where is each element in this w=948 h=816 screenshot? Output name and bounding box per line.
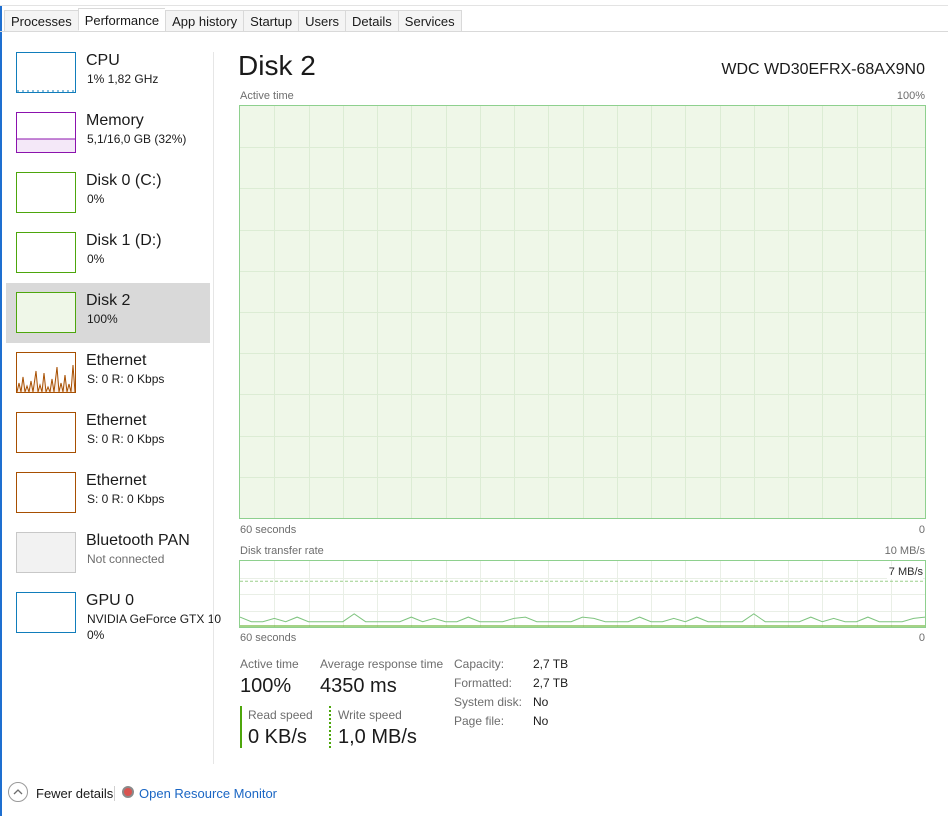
sidebar-item-subtitle: 1% 1,82 GHz <box>87 72 159 86</box>
sidebar-item-subtitle: S: 0 R: 0 Kbps <box>87 492 165 506</box>
footer-divider <box>114 786 115 801</box>
sidebar-item-title: Ethernet <box>86 352 147 369</box>
ethernet-thumbnail-graph <box>16 472 76 513</box>
cpu-thumbnail-graph <box>16 52 76 93</box>
sidebar-item-title: Memory <box>86 112 144 129</box>
disk-1-thumbnail-graph <box>16 232 76 273</box>
avg-response-label: Average response time <box>320 657 444 671</box>
transfer-rate-graph: 7 MB/s <box>239 560 926 628</box>
sidebar-item-title: Disk 2 <box>86 292 131 309</box>
active-time-graph-max: 100% <box>896 90 925 102</box>
sidebar-item-disk-1[interactable]: Disk 1 (D:) 0% <box>6 223 210 283</box>
sidebar-divider <box>213 52 214 764</box>
sidebar-item-subtitle: S: 0 R: 0 Kbps <box>87 432 165 446</box>
active-time-stat-value: 100% <box>240 675 292 697</box>
transfer-graph-max: 10 MB/s <box>884 545 925 557</box>
sidebar-item-disk-0[interactable]: Disk 0 (C:) 0% <box>6 163 210 223</box>
sidebar-item-title: Disk 1 (D:) <box>86 232 162 249</box>
gpu-thumbnail-graph <box>16 592 76 633</box>
sidebar-item-title: GPU 0 <box>86 592 135 609</box>
sidebar-item-subtitle-2: 0% <box>87 628 105 642</box>
tab-details[interactable]: Details <box>345 10 398 32</box>
tab-performance[interactable]: Performance <box>77 8 166 31</box>
sidebar-item-cpu[interactable]: CPU 1% 1,82 GHz <box>6 43 210 103</box>
sidebar-item-disk-2[interactable]: Disk 2 100% <box>6 283 210 343</box>
disk-2-thumbnail-graph <box>16 292 76 333</box>
sidebar-item-subtitle: 5,1/16,0 GB (32%) <box>87 132 187 146</box>
read-speed-label: Read speed <box>248 708 313 722</box>
active-time-plot <box>240 106 925 518</box>
active-time-time-label: 60 seconds <box>240 524 297 536</box>
active-time-stat-label: Active time <box>240 657 299 671</box>
active-time-graph-label: Active time <box>240 90 294 102</box>
memory-thumbnail-graph <box>16 112 76 153</box>
transfer-rate-plot <box>240 561 925 627</box>
bluetooth-thumbnail-graph <box>16 532 76 573</box>
sidebar-item-bluetooth-pan[interactable]: Bluetooth PAN Not connected <box>6 523 210 583</box>
active-time-graph <box>239 105 926 519</box>
open-resource-monitor-link[interactable]: Open Resource Monitor <box>139 786 277 801</box>
disk-0-thumbnail-graph <box>16 172 76 213</box>
sidebar-item-ethernet-1[interactable]: Ethernet S: 0 R: 0 Kbps <box>6 343 210 403</box>
disk-model: WDC WD30EFRX-68AX9N0 <box>721 61 925 78</box>
capacity-value: 2,7 TB <box>533 657 569 671</box>
formatted-value: 2,7 TB <box>533 676 569 690</box>
resource-monitor-icon <box>122 786 134 798</box>
active-time-min-label: 0 <box>918 524 925 536</box>
write-speed-value: 1,0 MB/s <box>338 726 417 748</box>
transfer-graph-label: Disk transfer rate <box>240 545 324 557</box>
tab-users[interactable]: Users <box>298 10 346 32</box>
sidebar-item-subtitle: 0% <box>87 252 105 266</box>
tab-bar: Processes Performance App history Startu… <box>4 8 462 32</box>
sidebar-item-memory[interactable]: Memory 5,1/16,0 GB (32%) <box>6 103 210 163</box>
avg-response-value: 4350 ms <box>320 675 397 697</box>
sidebar-item-gpu-0[interactable]: GPU 0 NVIDIA GeForce GTX 10 0% <box>6 583 221 643</box>
sidebar-item-title: Ethernet <box>86 412 147 429</box>
window-edge <box>0 0 2 816</box>
sidebar-item-subtitle: S: 0 R: 0 Kbps <box>87 372 165 386</box>
page-file-label: Page file: <box>454 714 505 728</box>
sidebar-item-title: Disk 0 (C:) <box>86 172 162 189</box>
sidebar-item-subtitle: Not connected <box>87 552 165 566</box>
page-title: Disk 2 <box>238 50 316 81</box>
ethernet-thumbnail-graph <box>16 352 76 393</box>
transfer-marker-label: 7 MB/s <box>886 566 923 579</box>
capacity-label: Capacity: <box>454 657 505 671</box>
read-speed-indicator <box>240 706 242 748</box>
transfer-min-label: 0 <box>918 632 925 644</box>
sidebar-item-subtitle: 100% <box>87 312 118 326</box>
system-disk-label: System disk: <box>454 695 523 709</box>
read-speed-value: 0 KB/s <box>248 726 307 748</box>
ethernet-thumbnail-graph <box>16 412 76 453</box>
system-disk-value: No <box>533 695 549 709</box>
tab-processes[interactable]: Processes <box>4 10 78 32</box>
fewer-details-button[interactable]: Fewer details <box>36 786 113 801</box>
tab-app-history[interactable]: App history <box>165 10 244 32</box>
sidebar-item-ethernet-3[interactable]: Ethernet S: 0 R: 0 Kbps <box>6 463 210 523</box>
sidebar-item-title: CPU <box>86 52 120 69</box>
tab-startup[interactable]: Startup <box>243 10 299 32</box>
write-speed-label: Write speed <box>338 708 402 722</box>
tab-services[interactable]: Services <box>397 10 462 32</box>
sidebar-item-title: Bluetooth PAN <box>86 532 190 549</box>
task-manager-window: Processes Performance App history Startu… <box>0 0 948 816</box>
formatted-label: Formatted: <box>454 676 513 690</box>
write-speed-indicator <box>329 706 331 748</box>
tab-divider <box>0 31 948 32</box>
sidebar-item-subtitle: NVIDIA GeForce GTX 10 <box>87 612 222 626</box>
page-file-value: No <box>533 714 549 728</box>
sidebar-item-subtitle: 0% <box>87 192 105 206</box>
transfer-time-label: 60 seconds <box>240 632 297 644</box>
sidebar-item-title: Ethernet <box>86 472 147 489</box>
menu-bar <box>0 0 948 6</box>
sidebar-item-ethernet-2[interactable]: Ethernet S: 0 R: 0 Kbps <box>6 403 210 463</box>
chevron-up-icon[interactable] <box>8 782 28 802</box>
resource-sidebar: CPU 1% 1,82 GHz Memory 5,1/16,0 GB (32%)… <box>6 43 221 643</box>
